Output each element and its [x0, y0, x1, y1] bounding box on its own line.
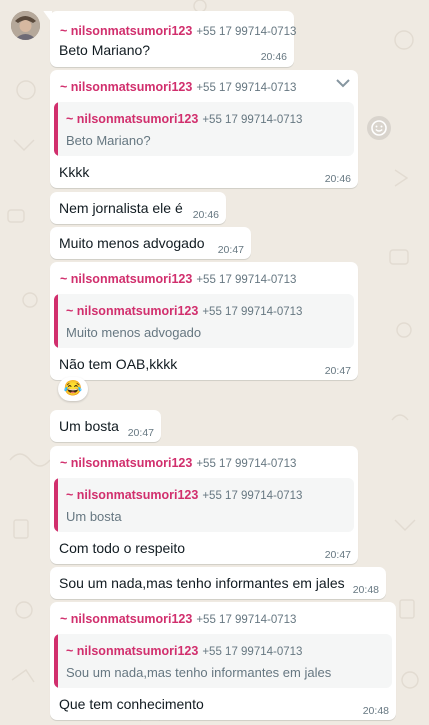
quote-sender-name: ~ nilsonmatsumori123: [66, 112, 199, 126]
quote-text: Sou um nada,mas tenho informantes em jal…: [66, 665, 332, 680]
message-text: Um bosta: [59, 418, 119, 434]
message-text: Sou um nada,mas tenho informantes em jal…: [59, 575, 345, 591]
smiley-icon: [371, 120, 387, 136]
message-bubble[interactable]: Nem jornalista ele é 20:46: [50, 192, 226, 224]
message-text: Com todo o respeito: [59, 540, 186, 556]
message-bubble[interactable]: ~ nilsonmatsumori123 +55 17 99714-0713 ~ …: [50, 602, 396, 720]
message-time: 20:47: [324, 365, 351, 377]
sender-name[interactable]: ~ nilsonmatsumori123: [60, 272, 192, 286]
message-time: 20:46: [260, 51, 287, 63]
quote-sender-name: ~ nilsonmatsumori123: [66, 488, 199, 502]
quoted-message[interactable]: ~ nilsonmatsumori123 +55 17 99714-0713 So…: [54, 634, 392, 688]
quote-sender-name: ~ nilsonmatsumori123: [66, 304, 199, 318]
sender-name[interactable]: ~ nilsonmatsumori123: [60, 80, 192, 94]
message-time: 20:47: [217, 244, 244, 256]
sender-phone: +55 17 99714-0713: [196, 82, 297, 94]
sender-phone: +55 17 99714-0713: [196, 26, 297, 38]
quote-text: Um bosta: [66, 509, 122, 524]
message-time: 20:48: [362, 705, 389, 717]
quoted-message[interactable]: ~ nilsonmatsumori123 +55 17 99714-0713 Be…: [54, 102, 354, 156]
quote-bar: [54, 478, 58, 532]
quote-bar: [54, 294, 58, 348]
message-bubble[interactable]: Muito menos advogado 20:47: [50, 227, 251, 259]
sender-name[interactable]: ~ nilsonmatsumori123: [60, 456, 192, 470]
message-text: Kkkk: [59, 164, 90, 180]
message-text: Muito menos advogado: [59, 235, 205, 251]
sender-phone: +55 17 99714-0713: [196, 458, 297, 470]
quote-sender-name: ~ nilsonmatsumori123: [66, 644, 199, 658]
message-text: Beto Mariano?: [59, 42, 151, 58]
quote-bar: [54, 634, 58, 688]
quote-bar: [54, 102, 58, 156]
chevron-down-icon[interactable]: [336, 78, 350, 88]
sender-name[interactable]: ~ nilsonmatsumori123: [60, 24, 192, 38]
quote-sender-phone: +55 17 99714-0713: [202, 114, 303, 126]
message-bubble[interactable]: ~ nilsonmatsumori123 +55 17 99714-0713 ~ …: [50, 262, 358, 380]
quote-sender-phone: +55 17 99714-0713: [202, 646, 303, 658]
sender-name[interactable]: ~ nilsonmatsumori123: [60, 612, 192, 626]
quote-text: Beto Mariano?: [66, 133, 151, 148]
sender-phone: +55 17 99714-0713: [196, 614, 297, 626]
message-bubble[interactable]: ~ nilsonmatsumori123 +55 17 99714-0713 ~ …: [50, 70, 358, 188]
message-time: 20:47: [324, 549, 351, 561]
message-text: Nem jornalista ele é: [59, 200, 183, 216]
quote-sender-phone: +55 17 99714-0713: [202, 490, 303, 502]
quoted-message[interactable]: ~ nilsonmatsumori123 +55 17 99714-0713 Mu…: [54, 294, 354, 348]
message-time: 20:46: [192, 209, 219, 221]
quote-text: Muito menos advogado: [66, 325, 202, 340]
user-avatar[interactable]: [11, 11, 40, 40]
message-text: Que tem conhecimento: [59, 696, 204, 712]
message-bubble[interactable]: ~ nilsonmatsumori123 +55 17 99714-0713 Be…: [43, 11, 297, 67]
message-bubble[interactable]: ~ nilsonmatsumori123 +55 17 99714-0713 ~ …: [50, 446, 358, 564]
message-time: 20:46: [324, 173, 351, 185]
sender-phone: +55 17 99714-0713: [196, 274, 297, 286]
message-time: 20:47: [127, 427, 154, 439]
message-bubble[interactable]: Um bosta 20:47: [50, 410, 161, 442]
message-time: 20:48: [352, 584, 379, 596]
message-text: Não tem OAB,kkkk: [59, 356, 178, 372]
message-bubble[interactable]: Sou um nada,mas tenho informantes em jal…: [50, 567, 386, 599]
react-button[interactable]: [367, 116, 391, 140]
quote-sender-phone: +55 17 99714-0713: [202, 306, 303, 318]
reaction-badge[interactable]: 😂: [58, 377, 88, 401]
quoted-message[interactable]: ~ nilsonmatsumori123 +55 17 99714-0713 Um…: [54, 478, 354, 532]
bubble-tail: [43, 11, 52, 23]
